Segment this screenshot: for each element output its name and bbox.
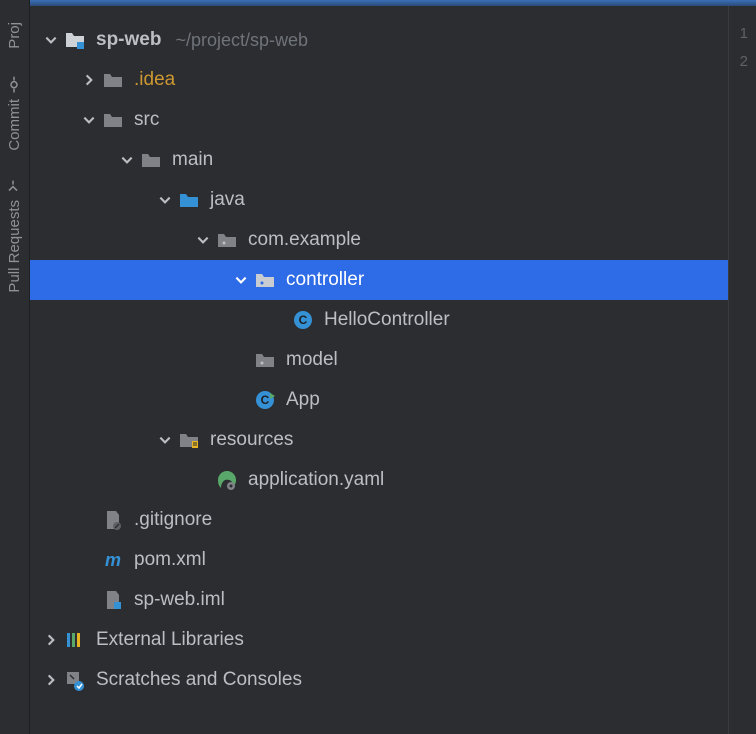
maven-icon: m — [102, 549, 124, 571]
chevron-right-icon[interactable] — [44, 633, 58, 647]
resources-folder-icon — [178, 429, 200, 451]
rail-pull-requests[interactable]: Pull Requests — [6, 178, 23, 293]
line-number: 1 — [729, 20, 748, 48]
package-icon — [216, 229, 238, 251]
rail-commit[interactable]: Commit — [6, 77, 23, 151]
tree-label: HelloController — [324, 309, 450, 331]
pull-request-icon — [7, 178, 23, 194]
class-icon: C — [292, 309, 314, 331]
tree-label: .gitignore — [134, 509, 212, 531]
runnable-class-icon: C — [254, 389, 276, 411]
tree-label: src — [134, 109, 159, 131]
tree-label: com.example — [248, 229, 361, 251]
chevron-down-icon[interactable] — [120, 153, 134, 167]
editor-gutter: 1 2 — [728, 6, 756, 734]
source-folder-icon — [178, 189, 200, 211]
svg-text:C: C — [261, 393, 270, 407]
tree-label: resources — [210, 429, 293, 451]
commit-icon — [7, 77, 23, 93]
folder-icon — [102, 69, 124, 91]
svg-text:m: m — [105, 550, 121, 570]
svg-text:C: C — [299, 313, 308, 327]
file-icon — [102, 509, 124, 531]
tree-label: .idea — [134, 69, 175, 91]
chevron-down-icon[interactable] — [196, 233, 210, 247]
tree-label: sp-web — [96, 29, 161, 51]
tree-label: sp-web.iml — [134, 589, 225, 611]
tree-node-external-libs[interactable]: External Libraries — [30, 620, 728, 660]
tree-node-main[interactable]: main — [30, 140, 728, 180]
chevron-down-icon[interactable] — [82, 113, 96, 127]
tree-node-root[interactable]: sp-web ~/project/sp-web — [30, 20, 728, 60]
tree-node-hello-controller[interactable]: C HelloController — [30, 300, 728, 340]
spring-config-icon — [216, 469, 238, 491]
chevron-down-icon[interactable] — [234, 273, 248, 287]
tree-node-idea[interactable]: .idea — [30, 60, 728, 100]
rail-project[interactable]: Proj — [6, 22, 23, 49]
chevron-down-icon[interactable] — [158, 193, 172, 207]
folder-icon — [140, 149, 162, 171]
tree-node-controller[interactable]: controller — [30, 260, 728, 300]
tree-node-java[interactable]: java — [30, 180, 728, 220]
tree-label: pom.xml — [134, 549, 206, 571]
chevron-down-icon[interactable] — [44, 33, 58, 47]
tree-node-src[interactable]: src — [30, 100, 728, 140]
libraries-icon — [64, 629, 86, 651]
tree-label: java — [210, 189, 245, 211]
tree-node-scratches[interactable]: Scratches and Consoles — [30, 660, 728, 700]
tree-node-package[interactable]: com.example — [30, 220, 728, 260]
tree-label: External Libraries — [96, 629, 244, 651]
folder-icon — [102, 109, 124, 131]
tree-node-gitignore[interactable]: .gitignore — [30, 500, 728, 540]
package-icon — [254, 269, 276, 291]
tree-node-iml[interactable]: sp-web.iml — [30, 580, 728, 620]
tree-label: application.yaml — [248, 469, 384, 491]
tree-node-pom[interactable]: m pom.xml — [30, 540, 728, 580]
module-file-icon — [102, 589, 124, 611]
tree-label: App — [286, 389, 320, 411]
package-icon — [254, 349, 276, 371]
chevron-right-icon[interactable] — [82, 73, 96, 87]
tree-label: Scratches and Consoles — [96, 669, 302, 691]
scratch-icon — [64, 669, 86, 691]
line-number: 2 — [729, 48, 748, 76]
chevron-right-icon[interactable] — [44, 673, 58, 687]
tree-label: controller — [286, 269, 364, 291]
tree-node-app[interactable]: C App — [30, 380, 728, 420]
module-folder-icon — [64, 29, 86, 51]
project-tree[interactable]: sp-web ~/project/sp-web .idea src main — [30, 6, 728, 734]
tree-node-resources[interactable]: resources — [30, 420, 728, 460]
tree-label: model — [286, 349, 338, 371]
tree-node-app-yaml[interactable]: application.yaml — [30, 460, 728, 500]
chevron-down-icon[interactable] — [158, 433, 172, 447]
tree-path-hint: ~/project/sp-web — [175, 30, 308, 51]
tree-node-model[interactable]: model — [30, 340, 728, 380]
left-tool-rail: Proj Commit Pull Requests — [0, 0, 30, 734]
tree-label: main — [172, 149, 213, 171]
